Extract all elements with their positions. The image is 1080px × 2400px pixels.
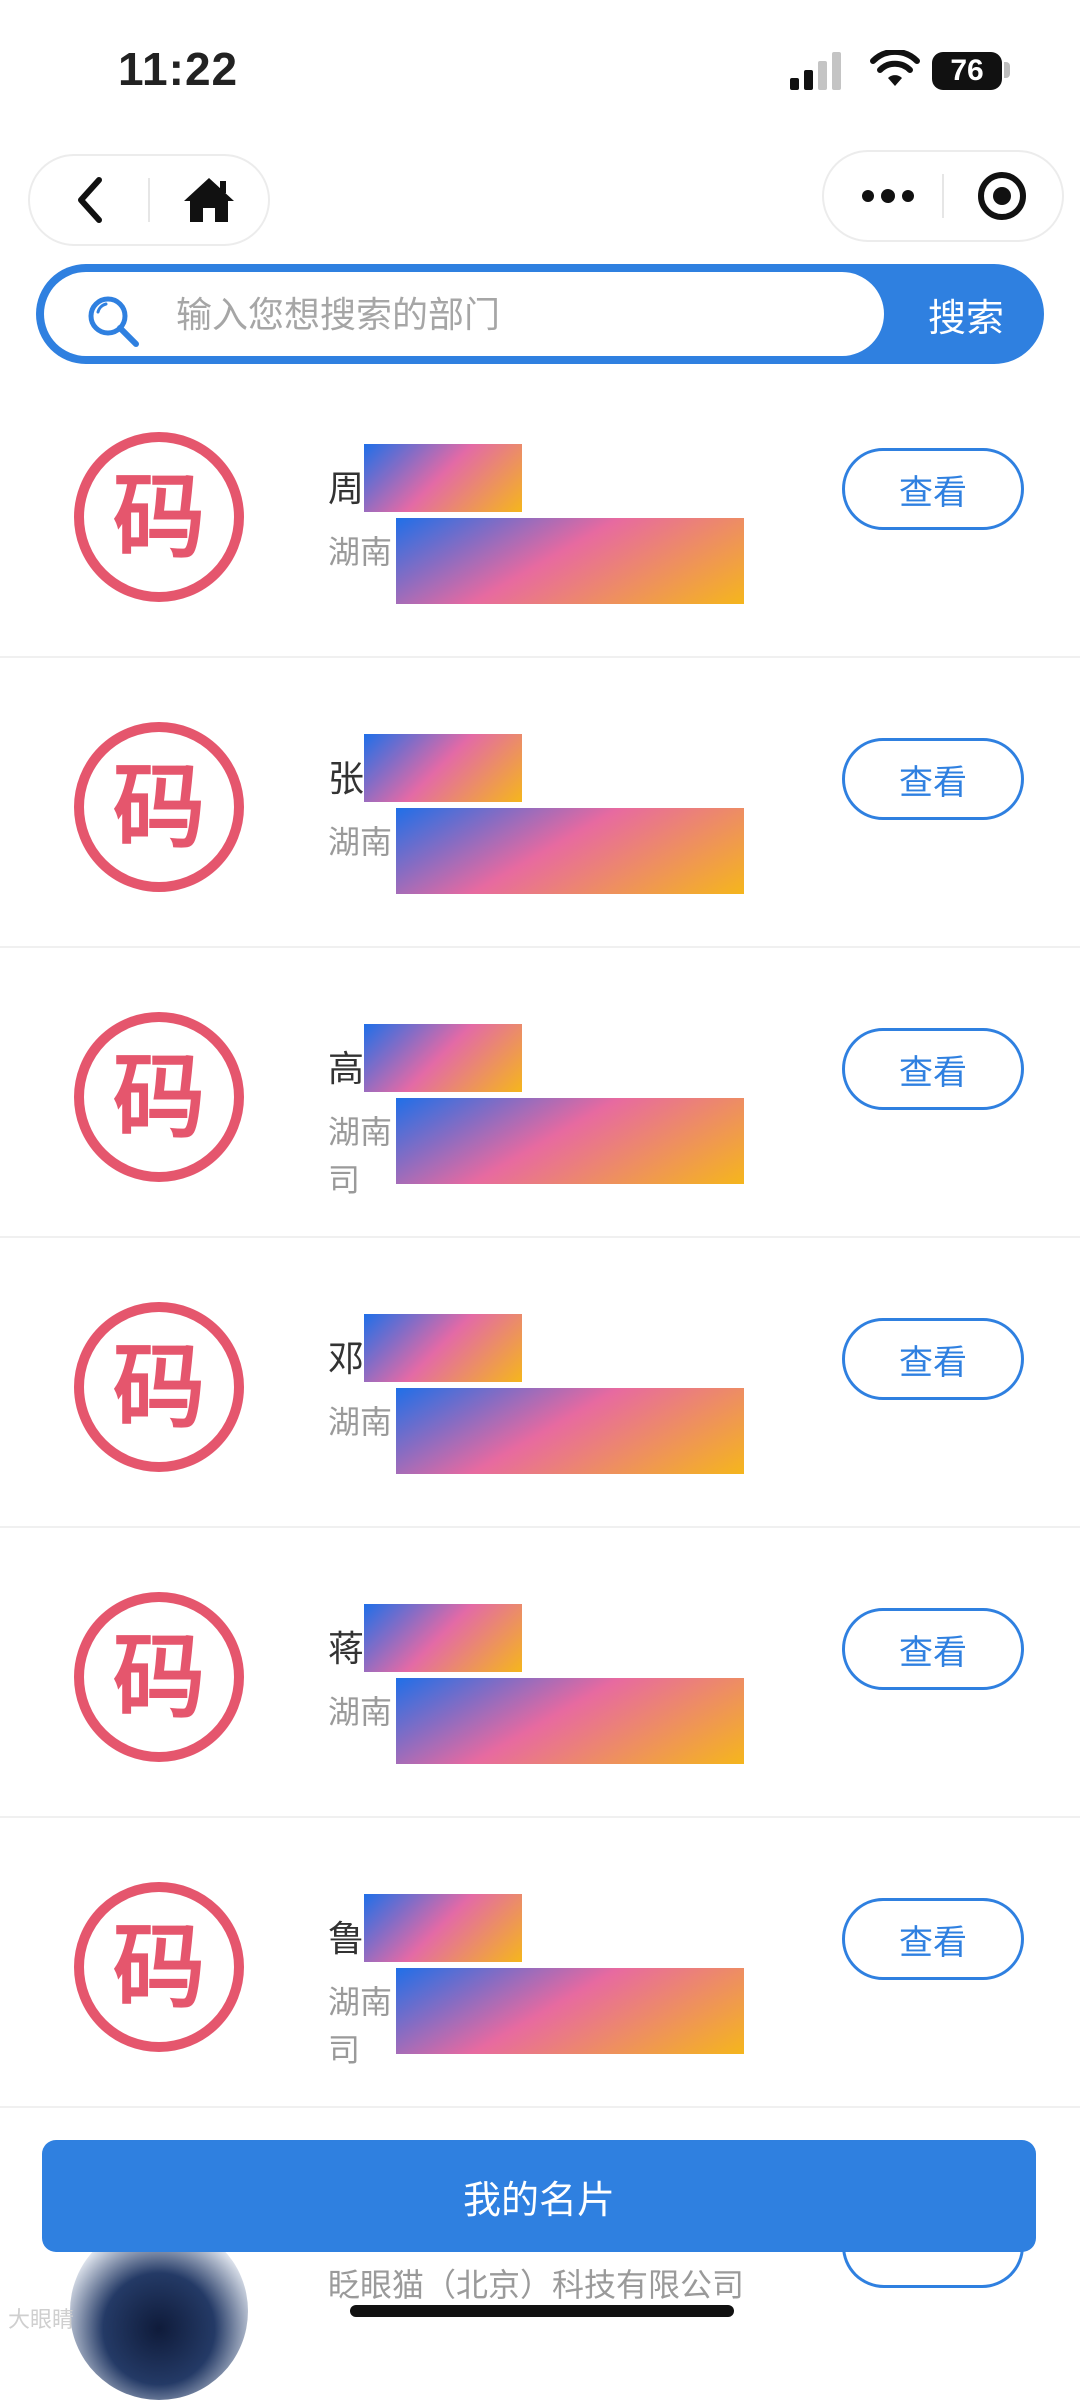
list-item[interactable]: 码 鲁 湖南 限公 司 查看 <box>0 1818 1080 2108</box>
search-icon <box>88 296 139 347</box>
wifi-icon <box>870 50 920 86</box>
view-button[interactable]: 查看 <box>842 738 1024 820</box>
nav-capsule <box>28 154 270 246</box>
battery-tip <box>1004 62 1010 78</box>
view-button[interactable]: 查看 <box>842 448 1024 530</box>
contact-name: 蒋 <box>328 1628 365 1669</box>
avatar-stamp-text: 码 <box>113 1044 205 1151</box>
avatar-stamp-text: 码 <box>113 1334 205 1441</box>
avatar: 码 <box>70 1298 248 1476</box>
redaction-mask <box>364 1024 522 1092</box>
view-button[interactable]: 查看 <box>842 1028 1024 1110</box>
capsule-divider <box>148 178 150 222</box>
list-item[interactable]: 码 高 湖南 限公 司 查看 <box>0 948 1080 1238</box>
avatar-stamp-text: 码 <box>113 1914 205 2021</box>
search-button[interactable]: 搜索 <box>896 274 1036 354</box>
list-item[interactable]: 码 张 湖南 查看 <box>0 658 1080 948</box>
avatar-stamp-text: 码 <box>113 754 205 861</box>
list-item[interactable]: 码 周 湖南 查看 <box>0 368 1080 658</box>
redaction-mask <box>364 1314 522 1382</box>
search-box <box>44 272 884 356</box>
my-card-button[interactable]: 我的名片 <box>42 2140 1036 2252</box>
target-icon <box>978 172 1026 220</box>
avatar: 码 <box>70 1008 248 1186</box>
cellular-signal-icon <box>790 52 841 90</box>
home-button[interactable] <box>164 168 254 232</box>
avatar: 码 <box>70 428 248 606</box>
redaction-mask <box>396 1388 744 1474</box>
view-button[interactable]: 查看 <box>842 1898 1024 1980</box>
contact-name: 周 <box>328 468 365 509</box>
status-time: 11:22 <box>118 43 239 95</box>
search-input[interactable] <box>174 282 858 348</box>
more-dots-icon <box>862 189 914 203</box>
contact-name: 邓 <box>328 1338 365 1379</box>
redaction-mask <box>396 1968 744 2054</box>
more-button[interactable] <box>842 164 934 228</box>
status-bar: 11:22 76 <box>0 0 1080 140</box>
avatar: 码 <box>70 1588 248 1766</box>
menu-capsule <box>822 150 1064 242</box>
close-miniprogram-button[interactable] <box>952 164 1052 228</box>
back-button[interactable] <box>50 170 130 230</box>
search-bar: 搜索 <box>36 264 1044 364</box>
watermark: 大眼睛 <box>8 2307 75 2332</box>
home-indicator[interactable] <box>350 2305 734 2317</box>
home-icon <box>184 178 234 222</box>
redaction-mask <box>364 444 522 512</box>
battery-icon: 76 <box>932 52 1002 90</box>
company-name: 眨眼猫（北京）科技有限公司 <box>328 2267 745 2303</box>
contact-list: 码 周 湖南 查看 码 张 湖南 查看 码 高 湖南 司 查看 码 邓 湖南 查… <box>0 368 1080 2108</box>
chevron-left-icon <box>78 177 102 223</box>
redaction-mask <box>364 1894 522 1962</box>
redaction-mask <box>396 518 744 604</box>
redaction-mask <box>364 734 522 802</box>
list-item[interactable]: 码 蒋 湖南 查看 <box>0 1528 1080 1818</box>
redaction-mask <box>396 808 744 894</box>
contact-name: 张 <box>328 758 365 799</box>
contact-name: 高 <box>328 1048 365 1089</box>
redaction-mask <box>396 1098 744 1184</box>
avatar: 码 <box>70 1878 248 2056</box>
list-item[interactable]: 码 邓 湖南 查看 <box>0 1238 1080 1528</box>
avatar: 码 <box>70 718 248 896</box>
avatar-stamp-text: 码 <box>113 1624 205 1731</box>
capsule-divider <box>942 174 944 218</box>
redaction-mask <box>396 1678 744 1764</box>
redaction-mask <box>364 1604 522 1672</box>
view-button[interactable]: 查看 <box>842 1318 1024 1400</box>
avatar-stamp-text: 码 <box>113 464 205 571</box>
view-button[interactable]: 查看 <box>842 1608 1024 1690</box>
contact-name: 鲁 <box>328 1918 365 1959</box>
battery-level: 76 <box>950 54 984 87</box>
